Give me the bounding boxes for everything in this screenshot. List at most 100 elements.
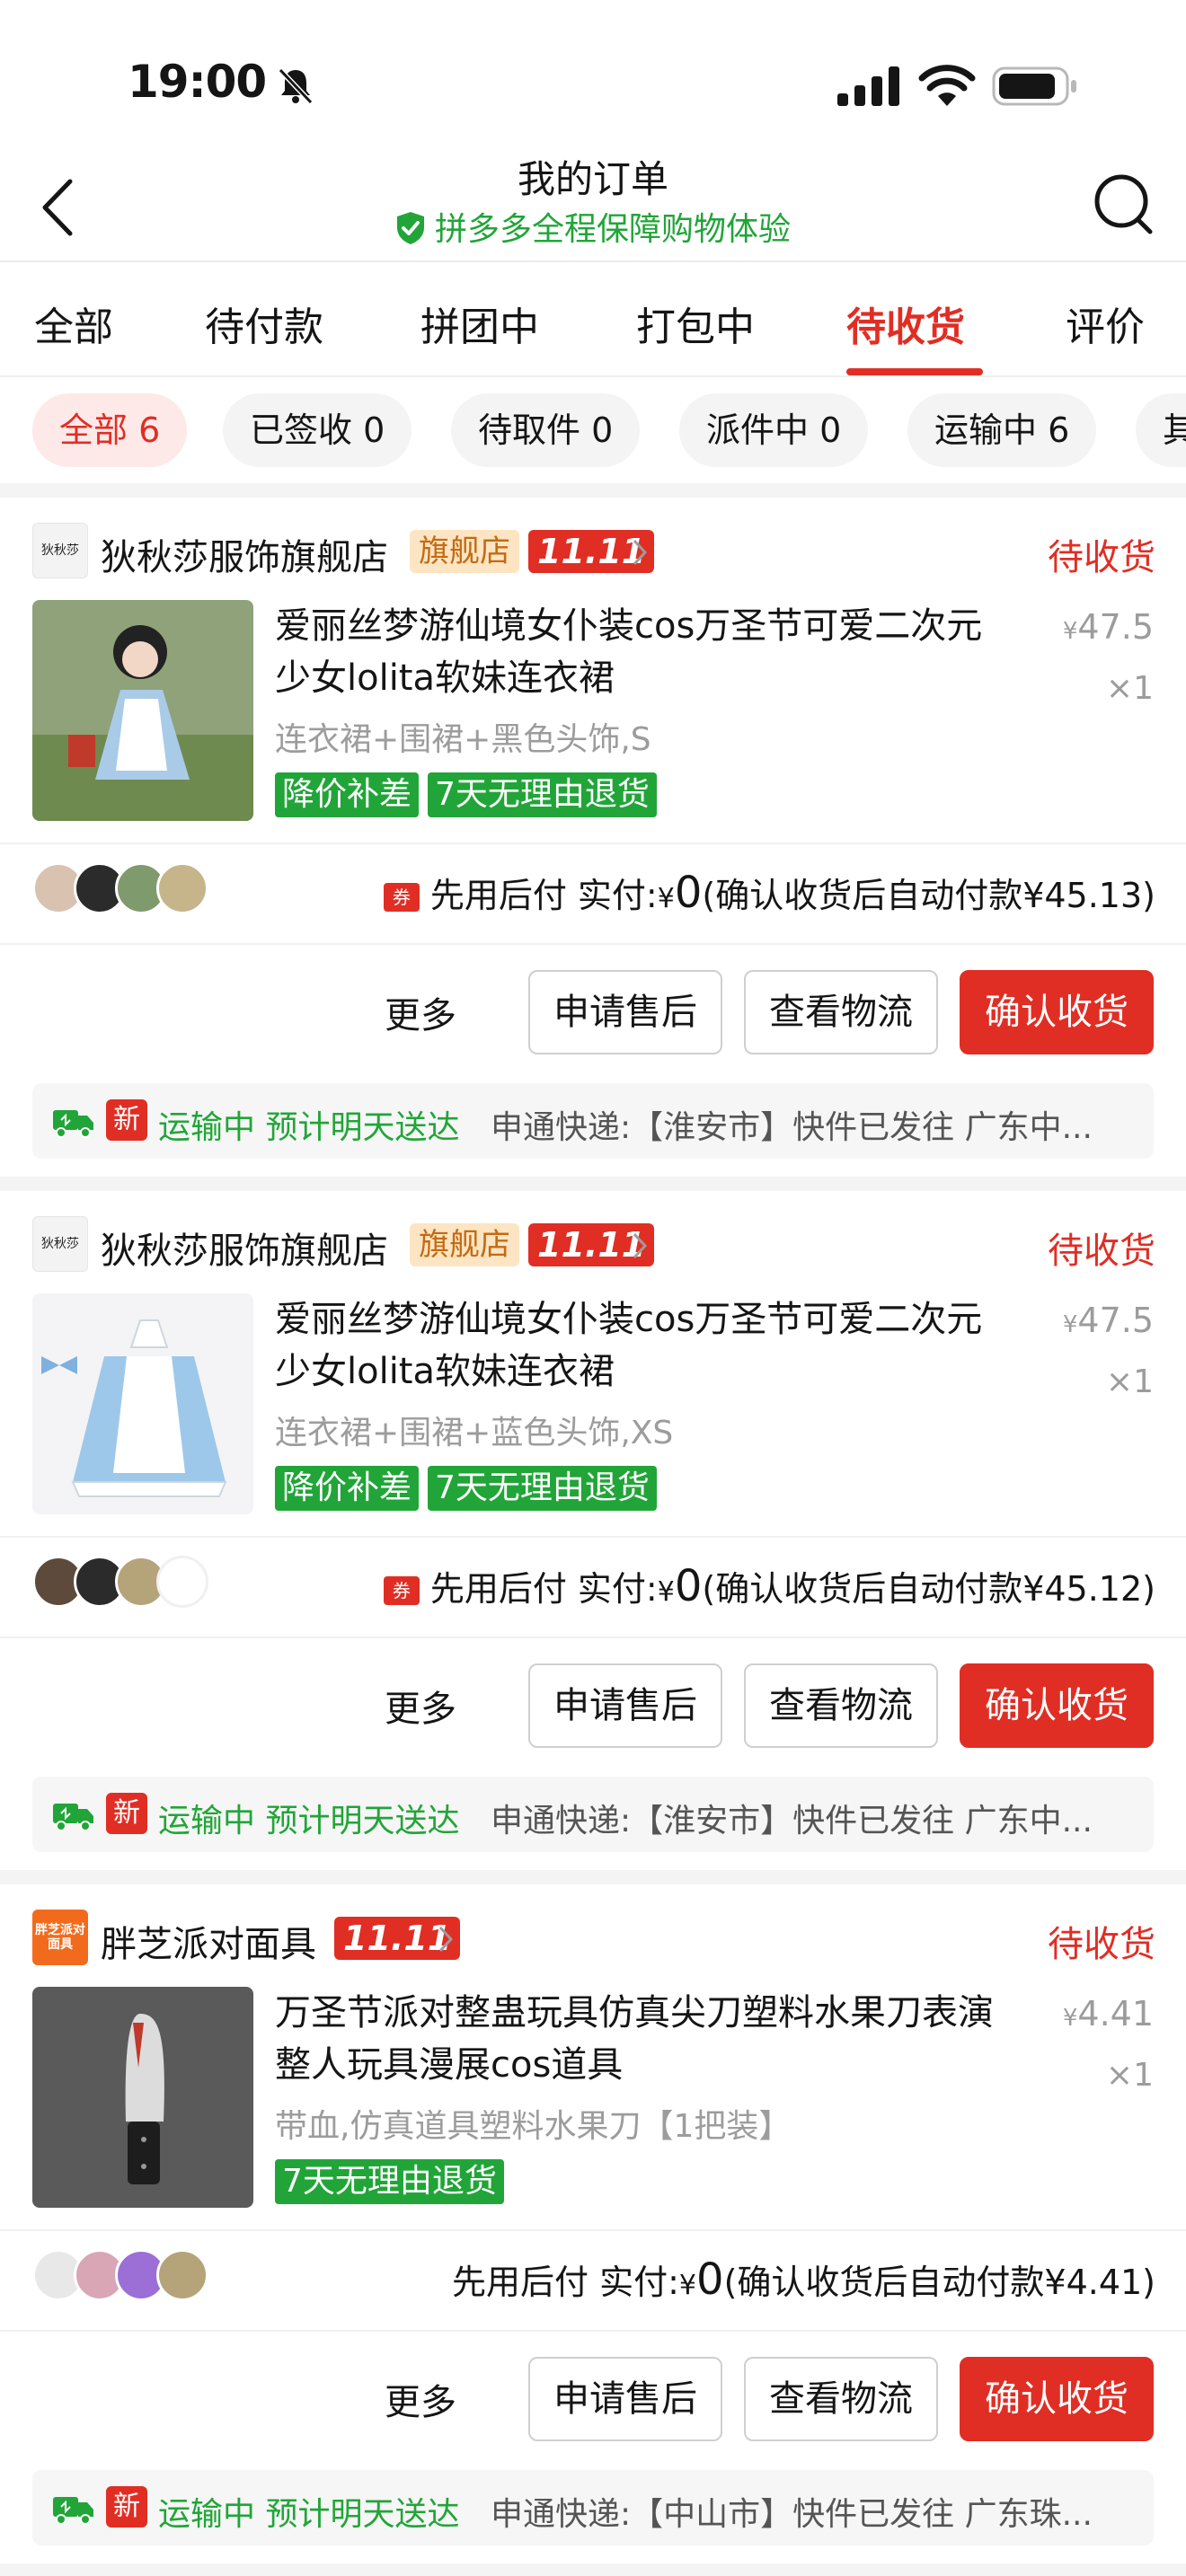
more-button[interactable]: 更多 — [385, 1680, 456, 1732]
order-card[interactable]: 狄秋莎 狄秋莎服饰旗舰店 旗舰店 11.11 待收货 爱丽丝梦游仙境女仆装cos… — [0, 498, 1186, 1177]
new-badge: 新 — [106, 2486, 147, 2527]
order-card[interactable]: 胖芝派对面具 胖芝派对面具 11.11 待收货 万圣节派对整蛊玩具仿真尖刀塑料水… — [0, 1884, 1186, 2563]
logistics-status: 运输中 预计明天送达 — [158, 2496, 460, 2533]
shop-logo: 狄秋莎 — [32, 523, 88, 578]
row-divider — [0, 2229, 1186, 2231]
order-card[interactable]: 狄秋莎 狄秋莎服饰旗舰店 旗舰店 11.11 待收货 爱丽丝梦游仙境女仆装cos… — [0, 1191, 1186, 1870]
product-qty: ×1 — [1105, 670, 1154, 707]
shop-row[interactable]: 胖芝派对面具 胖芝派对面具 11.11 待收货 — [32, 1910, 1155, 1965]
page-title: 我的订单 — [517, 157, 668, 201]
logistics-detail: 申通快递:【中山市】快件已发往 广东珠... — [491, 2496, 1093, 2533]
logistics-bar[interactable]: 新 运输中 预计明天送达 申通快递:【淮安市】快件已发往 广东中... — [32, 1083, 1154, 1159]
after-sale-button[interactable]: 申请售后 — [528, 2357, 722, 2441]
shop-row[interactable]: 狄秋莎 狄秋莎服饰旗舰店 旗舰店 11.11 待收货 — [32, 1216, 1155, 1272]
order-status: 待收货 — [1048, 1924, 1155, 1965]
subtitle-text: 拼多多全程保障购物体验 — [434, 211, 791, 248]
product-title[interactable]: 万圣节派对整蛊玩具仿真尖刀塑料水果刀表演整人玩具漫展cos道具 — [275, 1987, 994, 2091]
after-sale-button[interactable]: 申请售后 — [528, 1663, 722, 1748]
product-price: ¥47.5 — [1062, 607, 1154, 647]
tab-packing[interactable]: 打包中 — [636, 295, 755, 352]
chip-awaiting-pickup[interactable]: 待取件 0 — [451, 393, 641, 467]
price-value: 47.5 — [1077, 607, 1154, 647]
logistics-bar[interactable]: 新 运输中 预计明天送达 申通快递:【淮安市】快件已发往 广东中... — [32, 1777, 1154, 1852]
section-divider — [0, 483, 1186, 498]
coupon-icon: 券 — [383, 1576, 420, 1605]
chip-all[interactable]: 全部 6 — [32, 393, 188, 467]
product-image[interactable] — [32, 600, 253, 821]
shop-name[interactable]: 狄秋莎服饰旗舰店 — [101, 528, 388, 580]
row-divider — [0, 842, 1186, 844]
row-divider — [0, 2330, 1186, 2332]
view-logistics-button[interactable]: 查看物流 — [744, 2357, 938, 2441]
confirm-receipt-button[interactable]: 确认收货 — [960, 2357, 1154, 2441]
wifi-icon — [918, 65, 976, 106]
more-button[interactable]: 更多 — [385, 2373, 456, 2425]
chip-delivering[interactable]: 派件中 0 — [679, 393, 869, 467]
payment-row: 券先用后付 实付:¥0(确认收货后自动付款¥45.13) — [32, 850, 1155, 925]
chip-signed[interactable]: 已签收 0 — [223, 393, 412, 467]
product-image[interactable] — [32, 1987, 253, 2208]
order-status: 待收货 — [1048, 537, 1155, 578]
pay-suffix: (确认收货后自动付款¥45.12) — [702, 1569, 1155, 1609]
pay-prefix: 先用后付 实付: — [452, 2263, 679, 2302]
product-price: ¥47.5 — [1062, 1301, 1154, 1340]
product-image[interactable] — [32, 1293, 253, 1514]
tab-to-receive[interactable]: 待收货 — [846, 295, 965, 352]
chip-in-transit[interactable]: 运输中 6 — [907, 393, 1097, 467]
pay-suffix: (确认收货后自动付款¥4.41) — [723, 2263, 1155, 2302]
tab-group-buying[interactable]: 拼团中 — [420, 295, 539, 352]
status-bar: 19:00 — [0, 0, 1186, 144]
chevron-right-icon — [438, 1926, 454, 1953]
product-spec: 带血,仿真道具塑料水果刀【1把装】 — [275, 2108, 792, 2145]
after-sale-button[interactable]: 申请售后 — [528, 970, 722, 1054]
payment-summary: 券先用后付 实付:¥0(确认收货后自动付款¥45.13) — [383, 868, 1155, 918]
truck-icon — [53, 1804, 93, 1831]
view-logistics-button[interactable]: 查看物流 — [744, 970, 938, 1054]
section-divider — [0, 2563, 1186, 2576]
shop-name[interactable]: 胖芝派对面具 — [101, 1915, 316, 1967]
pay-prefix: 先用后付 实付: — [429, 1569, 658, 1609]
section-divider — [0, 1870, 1186, 1884]
truck-icon — [53, 2497, 93, 2525]
product-title[interactable]: 爱丽丝梦游仙境女仆装cos万圣节可爱二次元少女lolita软妹连衣裙 — [275, 600, 994, 704]
flagship-badge: 旗舰店 — [410, 530, 519, 573]
shop-logo: 胖芝派对面具 — [32, 1910, 88, 1965]
tab-pending-payment[interactable]: 待付款 — [205, 295, 323, 352]
payment-summary: 先用后付 实付:¥0(确认收货后自动付款¥4.41) — [452, 2254, 1155, 2305]
product-spec: 连衣裙+围裙+蓝色头饰,XS — [275, 1415, 674, 1451]
logistics-detail: 申通快递:【淮安市】快件已发往 广东中... — [491, 1803, 1093, 1839]
price-value: 47.5 — [1077, 1301, 1154, 1340]
shop-row[interactable]: 狄秋莎 狄秋莎服饰旗舰店 旗舰店 11.11 待收货 — [32, 523, 1155, 578]
signal-icon — [837, 66, 899, 106]
logistics-bar[interactable]: 新 运输中 预计明天送达 申通快递:【中山市】快件已发往 广东珠... — [32, 2470, 1154, 2545]
shield-check-icon — [396, 212, 424, 244]
view-logistics-button[interactable]: 查看物流 — [744, 1663, 938, 1748]
more-button[interactable]: 更多 — [385, 986, 456, 1038]
order-actions: 更多 申请售后 查看物流 确认收货 — [0, 970, 1186, 1056]
payment-row: 券先用后付 实付:¥0(确认收货后自动付款¥45.12) — [32, 1543, 1155, 1619]
chip-other[interactable]: 其 — [1136, 393, 1186, 467]
truck-icon — [53, 1110, 93, 1138]
flagship-badge: 旗舰店 — [410, 1223, 519, 1266]
search-icon[interactable] — [1093, 172, 1155, 237]
product-title[interactable]: 爱丽丝梦游仙境女仆装cos万圣节可爱二次元少女lolita软妹连衣裙 — [275, 1293, 994, 1398]
bell-mute-icon — [278, 67, 314, 105]
tag-7day-return: 7天无理由退货 — [275, 2159, 504, 2204]
logistics-status: 运输中 预计明天送达 — [158, 1109, 460, 1146]
order-status: 待收货 — [1048, 1231, 1155, 1272]
payment-summary: 券先用后付 实付:¥0(确认收货后自动付款¥45.12) — [383, 1561, 1155, 1611]
tag-7day-return: 7天无理由退货 — [428, 1466, 657, 1511]
confirm-receipt-button[interactable]: 确认收货 — [960, 1663, 1154, 1748]
confirm-receipt-button[interactable]: 确认收货 — [960, 970, 1154, 1054]
tag-7day-return: 7天无理由退货 — [428, 772, 657, 817]
tab-all[interactable]: 全部 — [34, 295, 113, 352]
row-divider — [0, 1536, 1186, 1538]
pay-amount: 0 — [696, 2254, 724, 2305]
order-tabs: 全部 待付款 拼团中 打包中 待收货 评价 — [0, 262, 1186, 377]
status-time: 19:00 — [128, 56, 267, 108]
pay-amount: 0 — [674, 868, 703, 918]
page-subtitle: 拼多多全程保障购物体验 — [0, 203, 1186, 250]
tab-review[interactable]: 评价 — [1066, 295, 1145, 352]
tag-price-protect: 降价补差 — [275, 772, 420, 817]
shop-name[interactable]: 狄秋莎服饰旗舰店 — [101, 1222, 388, 1274]
